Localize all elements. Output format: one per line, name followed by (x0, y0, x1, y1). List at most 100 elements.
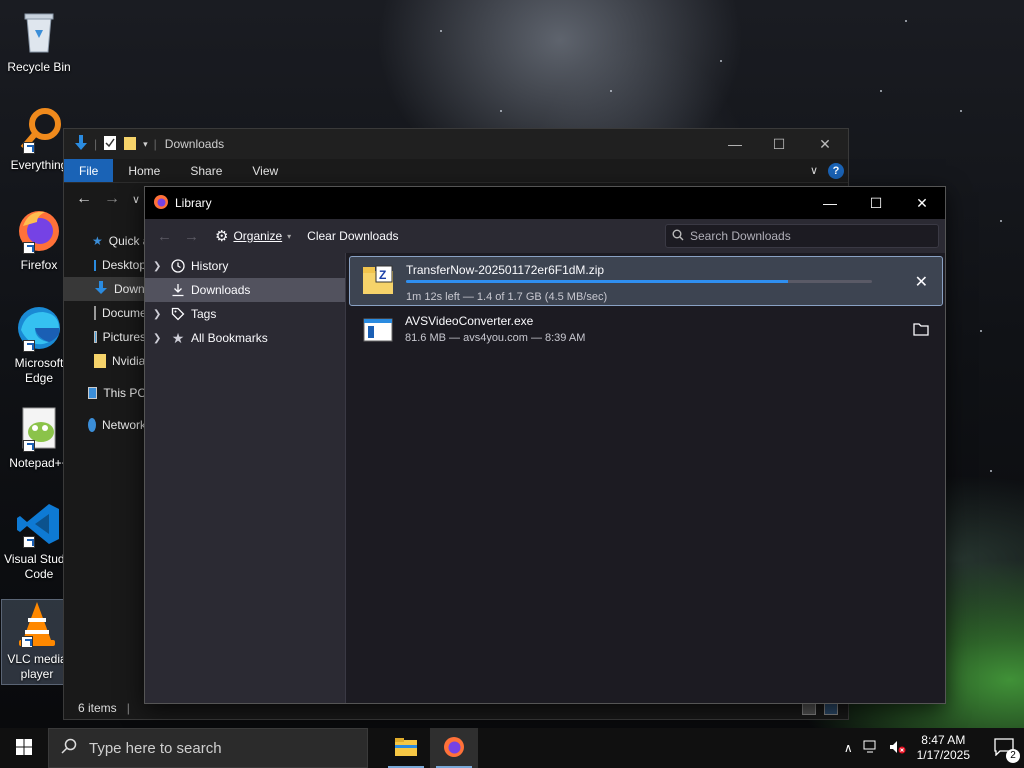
star-icon: ★ (171, 329, 185, 346)
sidebar-item-nvidia[interactable]: Nvidia (64, 349, 146, 373)
recent-locations-icon[interactable]: ∨ (132, 193, 140, 206)
organize-button[interactable]: ⚙ Organize ▾ (215, 227, 291, 245)
download-arrow-icon (94, 280, 108, 298)
close-icon[interactable]: ✕ (802, 129, 848, 159)
shortcut-arrow-icon (23, 142, 35, 154)
volume-muted-icon[interactable] (889, 740, 907, 757)
clear-downloads-button[interactable]: Clear Downloads (307, 229, 398, 243)
shortcut-arrow-icon (23, 242, 35, 254)
desktop-icon-label: Recycle Bin (7, 60, 71, 74)
search-downloads-field[interactable] (665, 224, 939, 248)
expand-ribbon-icon[interactable]: ∨ (810, 164, 818, 177)
sidebar-item-label: Documents (102, 306, 146, 320)
tab-view[interactable]: View (237, 159, 293, 182)
sidebar-item-documents[interactable]: Documents (64, 301, 146, 325)
sidebar-item-this-pc[interactable]: This PC (64, 381, 146, 405)
everything-icon (15, 106, 63, 154)
sidebar-item-label: Network (101, 418, 146, 432)
customize-dropdown-icon[interactable]: ▾ (143, 139, 148, 150)
tab-home[interactable]: Home (113, 159, 175, 182)
desktop-icon-recycle-bin[interactable]: Recycle Bin (4, 8, 74, 75)
properties-icon[interactable] (103, 135, 117, 154)
network-icon (88, 418, 96, 432)
star-icon: ★ (92, 234, 103, 248)
exe-file-icon (363, 318, 393, 345)
taskbar-file-explorer[interactable] (382, 728, 430, 768)
sidebar-item-quick-access[interactable]: ★ Quick access (64, 229, 146, 253)
action-center-icon[interactable]: 2 (994, 737, 1020, 763)
sidebar-item-history[interactable]: ❯ History (145, 254, 345, 278)
desktop-icon-vlc[interactable]: VLC media player (1, 599, 73, 685)
sidebar-item-label: Quick access (108, 234, 146, 248)
forward-arrow-icon[interactable]: → (184, 228, 199, 245)
search-icon (672, 229, 684, 244)
taskbar-search-placeholder: Type here to search (89, 739, 222, 757)
windows-logo-icon (16, 738, 32, 758)
sidebar-item-label: This PC (103, 386, 146, 400)
clock-time: 8:47 AM (921, 733, 966, 747)
explorer-nav-buttons: ← → ∨ (64, 184, 144, 214)
close-icon[interactable]: ✕ (899, 188, 945, 218)
separator: | (153, 137, 157, 151)
download-arrow-icon (74, 134, 88, 154)
system-tray: ∧ 8:47 AM 1/17/2025 2 (844, 728, 1024, 768)
help-icon[interactable]: ? (828, 162, 844, 179)
notification-badge: 2 (1006, 748, 1020, 763)
minimize-icon[interactable]: — (807, 188, 853, 218)
back-arrow-icon[interactable]: ← (76, 190, 92, 208)
tag-icon (169, 307, 187, 321)
taskbar-search-box[interactable]: Type here to search (48, 728, 368, 768)
start-button[interactable] (0, 728, 48, 768)
sidebar-item-pictures[interactable]: Pictures (64, 325, 146, 349)
explorer-navigation-pane: ★ Quick access Desktop Downloads Documen… (64, 229, 146, 437)
desktop-icon-label: Notepad++ (9, 456, 69, 470)
sidebar-item-downloads[interactable]: Downloads (145, 278, 345, 302)
recycle-bin-icon (15, 8, 63, 56)
taskbar-firefox[interactable] (430, 728, 478, 768)
download-icon (169, 283, 187, 297)
forward-arrow-icon[interactable]: → (104, 190, 120, 208)
expand-chevron-icon[interactable]: ❯ (153, 261, 169, 272)
vlc-icon (13, 600, 61, 648)
sidebar-item-label: Nvidia (112, 354, 146, 368)
search-input[interactable] (690, 229, 930, 243)
sidebar-item-all-bookmarks[interactable]: ❯ ★ All Bookmarks (145, 326, 345, 350)
sidebar-item-desktop[interactable]: Desktop (64, 253, 146, 277)
download-progress-fill (406, 280, 789, 283)
download-filename: AVSVideoConverter.exe (405, 314, 534, 328)
desktop-folder-icon (94, 259, 96, 271)
sidebar-item-downloads[interactable]: Downloads (64, 277, 146, 301)
computer-icon (88, 387, 98, 399)
network-status-icon[interactable] (863, 740, 879, 757)
tab-share[interactable]: Share (175, 159, 237, 182)
maximize-icon[interactable]: ☐ (756, 129, 802, 159)
back-arrow-icon[interactable]: ← (157, 228, 172, 245)
expand-chevron-icon[interactable]: ❯ (153, 309, 169, 320)
sidebar-item-network[interactable]: Network (64, 413, 146, 437)
expand-chevron-icon[interactable]: ❯ (153, 333, 169, 344)
zip-archive-icon: Z (362, 265, 394, 298)
clock[interactable]: 8:47 AM 1/17/2025 (917, 733, 970, 763)
cancel-icon[interactable]: ✕ (915, 272, 928, 292)
new-folder-icon[interactable] (123, 135, 137, 154)
search-icon (61, 738, 77, 758)
pictures-icon (94, 331, 97, 343)
download-status: 1m 12s left — 1.4 of 1.7 GB (4.5 MB/sec) (406, 291, 608, 303)
folder-icon[interactable] (913, 322, 929, 341)
download-item[interactable]: AVSVideoConverter.exe 81.6 MB — avs4you.… (349, 308, 943, 358)
sidebar-item-label: History (191, 259, 229, 273)
explorer-title-bar[interactable]: | ▾ | Downloads — ☐ ✕ (64, 129, 848, 159)
minimize-icon[interactable]: — (712, 129, 758, 159)
download-item[interactable]: Z TransferNow-202501172er6F1dM.zip 1m 12… (349, 256, 943, 306)
chevron-down-icon: ▾ (287, 231, 292, 241)
library-title-bar[interactable]: Library — ☐ ✕ (145, 187, 945, 219)
desktop-icon-label: Microsoft Edge (14, 356, 64, 385)
sidebar-item-tags[interactable]: ❯ Tags (145, 302, 345, 326)
download-status: 81.6 MB — avs4you.com — 8:39 AM (405, 332, 586, 344)
desktop-icon-label: Firefox (20, 258, 58, 272)
show-hidden-icons-chevron-icon[interactable]: ∧ (844, 741, 853, 755)
separator: | (94, 137, 98, 151)
tab-file[interactable]: File (64, 159, 114, 182)
taskbar: Type here to search ∧ 8:47 AM 1/17/2025 … (0, 728, 1024, 768)
maximize-icon[interactable]: ☐ (853, 188, 899, 218)
